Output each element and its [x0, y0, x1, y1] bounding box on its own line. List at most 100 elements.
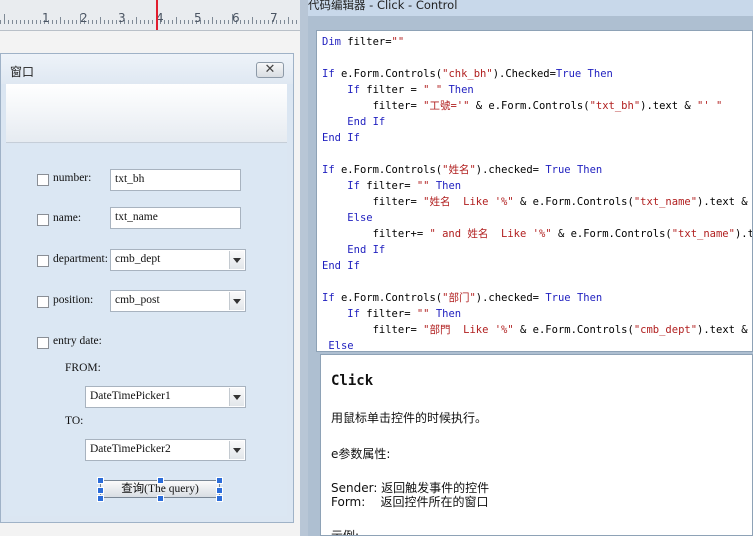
ruler-tick — [92, 20, 93, 24]
ruler-tick — [260, 20, 261, 24]
splitter[interactable] — [300, 0, 308, 536]
ruler-tick — [288, 17, 289, 24]
help-example-label: 示例: — [331, 529, 360, 536]
resize-handle[interactable] — [216, 495, 223, 502]
ruler-tick — [136, 17, 137, 24]
resize-handle[interactable] — [97, 495, 104, 502]
ruler-tick — [208, 20, 209, 24]
to-datepicker-value: DateTimePicker2 — [90, 443, 171, 455]
ruler-tick — [240, 20, 241, 24]
ruler-tick — [140, 20, 141, 24]
ruler-tick — [176, 17, 177, 24]
ruler-tick — [116, 20, 117, 24]
department-combobox[interactable]: cmb_dept — [110, 249, 246, 271]
chevron-down-icon[interactable] — [229, 251, 244, 269]
code-line: filter= "部門 Like '%" & e.Form.Controls("… — [322, 324, 753, 336]
number-label: number: — [53, 172, 92, 184]
ruler-tick — [76, 20, 77, 24]
ruler-tick — [52, 20, 53, 24]
resize-handle[interactable] — [97, 487, 104, 494]
position-checkbox[interactable] — [37, 296, 49, 308]
ruler: 1234567 — [0, 0, 300, 31]
ruler-tick — [292, 20, 293, 24]
ruler-tick — [148, 20, 149, 24]
ruler-tick — [72, 20, 73, 24]
ruler-tick — [100, 17, 101, 24]
entry-date-label: entry date: — [53, 335, 102, 347]
ruler-tick — [212, 17, 213, 24]
help-description: 用鼠标单击控件的时候执行。 — [331, 411, 488, 425]
name-checkbox[interactable] — [37, 214, 49, 226]
from-datepicker[interactable]: DateTimePicker1 — [85, 386, 246, 408]
ruler-tick — [68, 20, 69, 24]
department-checkbox[interactable] — [37, 255, 49, 267]
code-line: End If — [322, 260, 360, 272]
code-line: If filter= "" Then — [347, 180, 462, 192]
ruler-tick — [16, 20, 17, 24]
ruler-number: 7 — [270, 11, 278, 25]
help-panel: Click 用鼠标单击控件的时候执行。 e参数属性: Sender: 返回触发事… — [320, 354, 753, 536]
ruler-tick — [256, 20, 257, 24]
from-label: FROM: — [65, 362, 101, 374]
form-title: 窗口 — [10, 65, 35, 79]
to-label: TO: — [65, 415, 84, 427]
ruler-tick — [192, 20, 193, 24]
code-line: Else — [328, 340, 354, 352]
ruler-tick — [0, 20, 1, 24]
editor-title-bar: 代码编辑器 - Click - Control — [308, 0, 753, 16]
ruler-tick — [188, 20, 189, 24]
ruler-tick — [60, 17, 61, 24]
entry-date-checkbox[interactable] — [37, 337, 49, 349]
resize-handle[interactable] — [97, 477, 104, 484]
code-line: If filter = " " Then — [347, 84, 474, 96]
ruler-tick — [88, 20, 89, 24]
chevron-down-icon[interactable] — [229, 388, 244, 406]
ruler-tick — [20, 20, 21, 24]
code-editor[interactable]: Dim filter="" If e.Form.Controls("chk_bh"… — [316, 30, 753, 352]
ruler-number: 1 — [42, 11, 50, 25]
ruler-tick — [12, 20, 13, 24]
ruler-tick — [284, 20, 285, 24]
ruler-tick — [96, 20, 97, 24]
number-textbox[interactable]: txt_bh — [110, 169, 241, 191]
close-button[interactable]: ✕ — [256, 62, 284, 78]
ruler-tick — [36, 20, 37, 24]
code-line: If e.Form.Controls("chk_bh").Checked=Tru… — [322, 68, 613, 80]
ruler-position-marker — [156, 0, 158, 30]
position-label: position: — [53, 294, 94, 306]
editor-title: 代码编辑器 - Click - Control — [308, 0, 458, 12]
ruler-tick — [252, 17, 253, 24]
code-line: If e.Form.Controls("部门").checked= True T… — [322, 292, 603, 304]
resize-handle[interactable] — [216, 477, 223, 484]
ruler-tick — [220, 20, 221, 24]
ruler-tick — [248, 20, 249, 24]
ruler-tick — [168, 20, 169, 24]
ruler-tick — [204, 20, 205, 24]
ruler-tick — [128, 20, 129, 24]
chevron-down-icon[interactable] — [229, 292, 244, 310]
ruler-tick — [264, 20, 265, 24]
resize-handle[interactable] — [157, 477, 164, 484]
ruler-tick — [172, 20, 173, 24]
help-params-header: e参数属性: — [331, 447, 391, 461]
ruler-tick — [224, 20, 225, 24]
code-line: filter= "工號='" & e.Form.Controls("txt_bh… — [322, 100, 723, 112]
ruler-number: 2 — [80, 11, 88, 25]
ruler-tick — [132, 20, 133, 24]
position-combobox[interactable]: cmb_post — [110, 290, 246, 312]
name-textbox[interactable]: txt_name — [110, 207, 241, 229]
chevron-down-icon[interactable] — [229, 441, 244, 459]
ruler-tick — [184, 20, 185, 24]
code-line: End If — [347, 244, 386, 256]
resize-handle[interactable] — [157, 495, 164, 502]
ruler-tick — [40, 20, 41, 24]
name-label: name: — [53, 212, 82, 224]
position-combobox-value: cmb_post — [115, 294, 160, 306]
form-header-panel — [6, 84, 287, 143]
number-checkbox[interactable] — [37, 174, 49, 186]
ruler-tick — [268, 20, 269, 24]
resize-handle[interactable] — [216, 487, 223, 494]
to-datepicker[interactable]: DateTimePicker2 — [85, 439, 246, 461]
ruler-tick — [56, 20, 57, 24]
from-datepicker-value: DateTimePicker1 — [90, 390, 171, 402]
